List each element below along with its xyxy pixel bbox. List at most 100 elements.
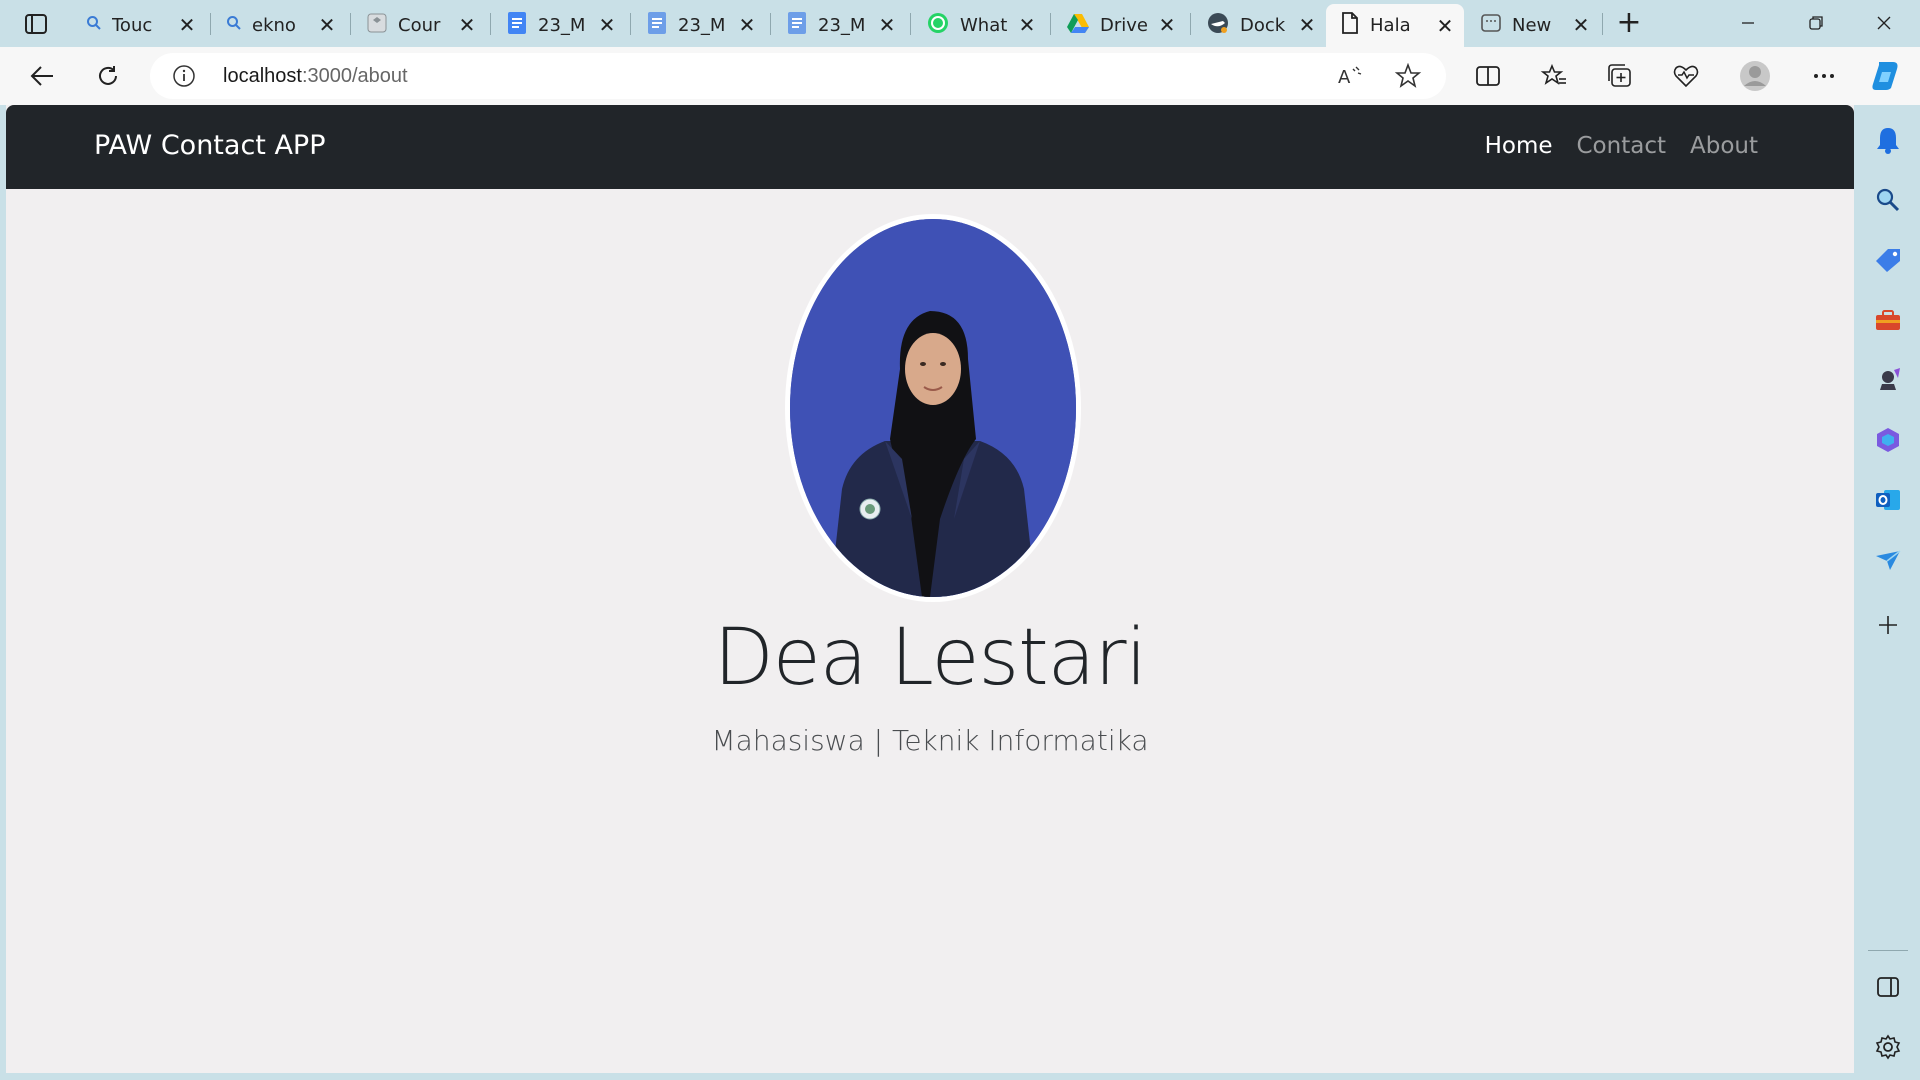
tab-8[interactable]: Drive ✕: [1052, 7, 1186, 43]
docker-icon: [1206, 11, 1230, 40]
sidebar-divider: [1868, 950, 1908, 951]
back-button[interactable]: [22, 57, 62, 95]
newtab-icon: [1480, 12, 1502, 39]
minimize-button[interactable]: [1718, 6, 1778, 40]
bell-icon: [1877, 128, 1899, 154]
tab-separator: [490, 13, 491, 35]
toolbox-icon: [1876, 310, 1900, 330]
restore-icon: [1809, 16, 1823, 30]
tab-separator: [630, 13, 631, 35]
refresh-icon: [99, 66, 117, 85]
profile-name: Dea Lestari: [713, 613, 1147, 703]
add-sidebar-app-button[interactable]: [1872, 609, 1904, 641]
close-icon[interactable]: ✕: [736, 13, 758, 37]
send-plane-icon: [1876, 550, 1901, 570]
person-portrait-icon: [790, 219, 1076, 597]
notifications-button[interactable]: [1872, 124, 1904, 156]
favorites-button[interactable]: [1534, 57, 1574, 95]
close-icon: [1877, 16, 1891, 30]
nav-link-home[interactable]: Home: [1485, 133, 1553, 159]
refresh-button[interactable]: [88, 57, 128, 95]
split-screen-icon: [1476, 66, 1500, 86]
tag-icon: [1876, 249, 1900, 272]
outlook-icon: [1876, 490, 1900, 510]
close-icon[interactable]: ✕: [1570, 13, 1592, 37]
chess-icon: [1880, 368, 1900, 390]
tab-4[interactable]: 23_M ✕: [492, 7, 626, 43]
close-icon[interactable]: ✕: [176, 13, 198, 37]
tab-7[interactable]: What ✕: [912, 7, 1046, 43]
tab-2[interactable]: ekno ✕: [212, 7, 346, 43]
tab-strip: Touc ✕ ekno ✕ Cour ✕ 23_M ✕ 23_M ✕ 23_M …: [0, 0, 1920, 47]
tab-separator: [350, 13, 351, 35]
read-aloud-icon[interactable]: A: [1336, 63, 1364, 93]
tab-separator: [770, 13, 771, 35]
tab-title: Dock: [1240, 14, 1286, 36]
tab-3[interactable]: Cour ✕: [352, 7, 486, 43]
tab-title: ekno: [252, 14, 296, 36]
url-text[interactable]: localhost:3000/about: [223, 65, 408, 88]
course-icon: [366, 12, 388, 39]
plus-icon: +: [1616, 5, 1642, 40]
close-icon[interactable]: ✕: [316, 13, 338, 37]
search-icon: [1876, 188, 1900, 212]
favorite-star-icon[interactable]: [1394, 62, 1422, 93]
svg-text:A: A: [1338, 67, 1351, 88]
new-tab-button[interactable]: +: [1612, 8, 1646, 39]
copilot-icon: [1872, 62, 1898, 90]
copilot-button[interactable]: [1866, 57, 1906, 95]
split-screen-button[interactable]: [1468, 57, 1508, 95]
tab-1[interactable]: Touc ✕: [72, 7, 206, 43]
nav-link-contact[interactable]: Contact: [1577, 133, 1666, 159]
collections-button[interactable]: [1600, 57, 1640, 95]
close-icon[interactable]: ✕: [1434, 14, 1456, 38]
close-icon[interactable]: ✕: [596, 13, 618, 37]
outlook-button[interactable]: [1872, 484, 1904, 516]
tab-separator: [910, 13, 911, 35]
tab-separator: [1602, 13, 1603, 35]
plus-icon: [1879, 616, 1897, 634]
tab-actions-button[interactable]: [14, 9, 58, 39]
games-button[interactable]: [1872, 364, 1904, 396]
hide-sidebar-button[interactable]: [1872, 971, 1904, 1003]
tab-title: Cour: [398, 14, 441, 36]
site-info-icon[interactable]: [172, 64, 196, 92]
tab-title: Drive: [1100, 14, 1148, 36]
edge-sidebar: [1856, 105, 1920, 1080]
navbar-brand[interactable]: PAW Contact APP: [94, 130, 326, 161]
shopping-button[interactable]: [1872, 244, 1904, 276]
heart-pulse-icon: [1673, 65, 1699, 88]
nav-links: Home Contact About: [1485, 133, 1758, 159]
drop-button[interactable]: [1872, 544, 1904, 576]
close-icon[interactable]: ✕: [1016, 13, 1038, 37]
url-host: localhost: [223, 65, 302, 87]
close-icon[interactable]: ✕: [876, 13, 898, 37]
tab-10-active[interactable]: Hala ✕: [1326, 4, 1464, 47]
profile-photo-frame: [785, 214, 1081, 602]
browser-essentials-button[interactable]: [1666, 57, 1706, 95]
tab-5[interactable]: 23_M ✕: [632, 7, 766, 43]
tools-button[interactable]: [1872, 304, 1904, 336]
sidebar-settings-button[interactable]: [1872, 1031, 1904, 1063]
tab-6[interactable]: 23_M ✕: [772, 7, 906, 43]
tab-11[interactable]: New ✕: [1466, 7, 1600, 43]
microsoft-365-button[interactable]: [1872, 424, 1904, 456]
search-icon: [86, 15, 102, 36]
web-page: PAW Contact APP Home Contact About Dea L…: [6, 105, 1854, 1073]
more-dots-icon: [1814, 74, 1834, 78]
nav-link-about[interactable]: About: [1690, 133, 1758, 159]
settings-more-button[interactable]: [1804, 57, 1844, 95]
profile-photo: [790, 219, 1076, 597]
profile-button[interactable]: [1735, 57, 1775, 95]
address-bar[interactable]: localhost:3000/about A: [150, 53, 1446, 99]
tab-title: 23_M: [678, 14, 726, 36]
tab-separator: [1050, 13, 1051, 35]
search-sidebar-button[interactable]: [1872, 184, 1904, 216]
close-icon[interactable]: ✕: [1296, 13, 1318, 37]
close-icon[interactable]: ✕: [456, 13, 478, 37]
restore-button[interactable]: [1786, 6, 1846, 40]
close-icon[interactable]: ✕: [1156, 13, 1178, 37]
tab-title: What: [960, 14, 1008, 36]
tab-9[interactable]: Dock ✕: [1192, 7, 1326, 43]
close-window-button[interactable]: [1854, 6, 1914, 40]
